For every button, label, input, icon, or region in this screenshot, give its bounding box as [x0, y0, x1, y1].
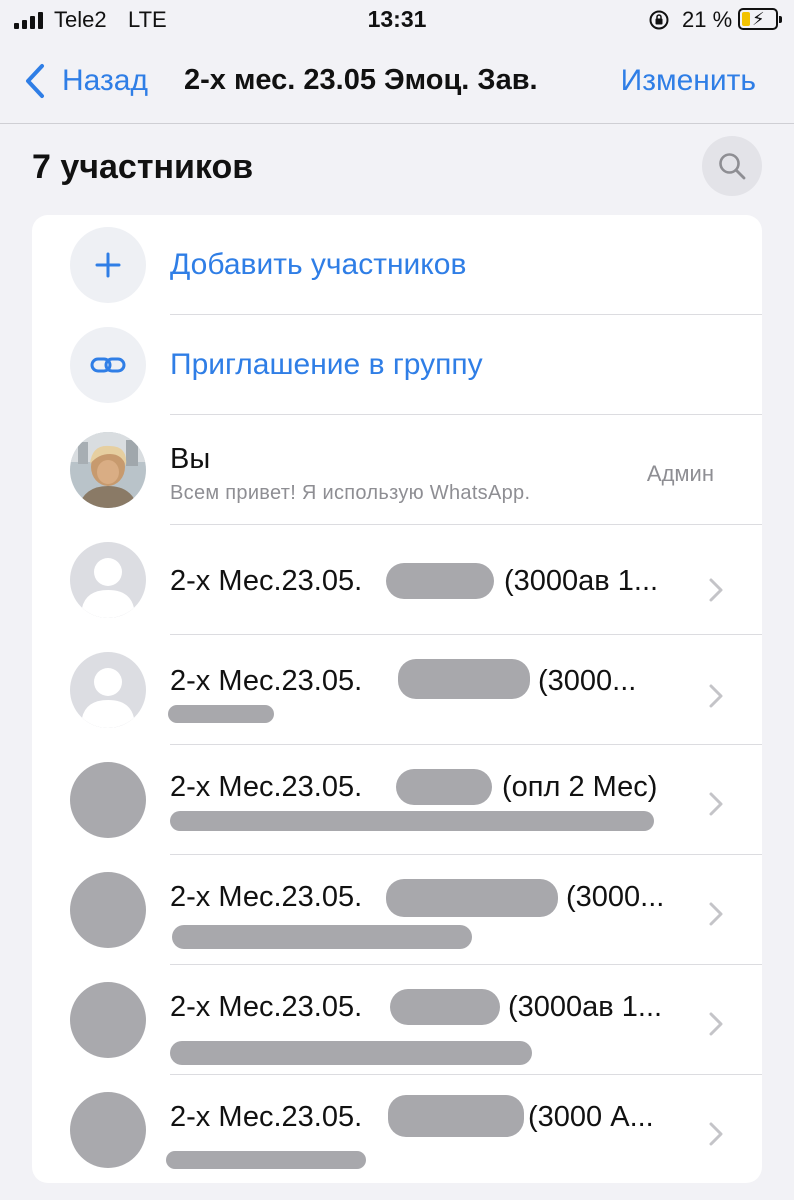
chevron-right-icon	[709, 1012, 723, 1036]
avatar	[70, 432, 146, 508]
chevron-right-icon	[709, 1122, 723, 1146]
participant-row[interactable]: 2-х Мес.23.05. (опл 2 Мес)	[32, 745, 762, 855]
redaction-mark	[398, 659, 530, 699]
participant-row[interactable]: 2-х Мес.23.05. (3000...	[32, 855, 762, 965]
invite-link-row[interactable]: Приглашение в группу	[32, 315, 762, 415]
add-participants-label: Добавить участников	[170, 248, 467, 281]
back-button[interactable]: Назад	[22, 62, 148, 100]
chevron-right-icon	[709, 578, 723, 602]
rotation-lock-icon	[649, 10, 669, 30]
participant-row[interactable]: 2-х Мес.23.05. (3000 А...	[32, 1075, 762, 1183]
participant-name-suffix: (3000ав 1...	[504, 565, 659, 597]
default-avatar-icon	[70, 542, 146, 618]
participant-name: 2-х Мес.23.05.	[170, 1101, 363, 1133]
clock: 13:31	[367, 6, 427, 32]
redaction-mark	[396, 769, 492, 805]
avatar	[70, 872, 146, 948]
participant-name: 2-х Мес.23.05.	[170, 991, 363, 1023]
redaction-mark	[386, 563, 494, 599]
back-label: Назад	[62, 64, 148, 97]
participant-name: 2-х Мес.23.05.	[170, 771, 363, 803]
default-avatar-icon	[70, 652, 146, 728]
battery-percent: 21 %	[682, 7, 733, 32]
link-icon	[70, 327, 146, 403]
participant-name-suffix: (3000...	[566, 881, 665, 913]
chevron-left-icon	[26, 64, 44, 98]
chevron-right-icon	[709, 792, 723, 816]
participant-name: 2-х Мес.23.05.	[170, 665, 363, 697]
participant-name-suffix: (3000...	[538, 665, 637, 697]
participant-name-suffix: (опл 2 Мес)	[502, 771, 658, 803]
search-button[interactable]	[702, 136, 762, 196]
participants-list: Добавить участников Приглашение в группу	[32, 215, 762, 1183]
participant-status: Всем привет! Я использую WhatsApp.	[170, 482, 531, 504]
participant-row-self[interactable]: Вы Всем привет! Я использую WhatsApp. Ад…	[32, 415, 762, 525]
chevron-right-icon	[709, 684, 723, 708]
add-participants-row[interactable]: Добавить участников	[32, 215, 762, 315]
participant-row[interactable]: 2-х Мес.23.05. (3000ав 1...	[32, 965, 762, 1075]
status-bar: Tele2 LTE 13:31 21 % ⚡	[0, 0, 794, 42]
search-icon	[719, 153, 746, 180]
avatar	[70, 762, 146, 838]
redaction-mark	[390, 989, 500, 1025]
participant-name: 2-х Мес.23.05.	[170, 881, 363, 913]
battery-icon: ⚡	[738, 8, 782, 30]
plus-icon	[70, 227, 146, 303]
avatar	[70, 982, 146, 1058]
participant-name-suffix: (3000 А...	[528, 1101, 654, 1133]
redaction-mark	[166, 1151, 366, 1169]
redaction-mark	[170, 811, 654, 831]
group-title: 2-х мес. 23.05 Эмоц. Зав.	[184, 64, 538, 96]
redaction-mark	[386, 879, 558, 917]
redaction-mark	[388, 1095, 524, 1137]
redaction-mark	[172, 925, 472, 949]
participant-name-suffix: (3000ав 1...	[508, 991, 663, 1023]
navigation-bar: Назад 2-х мес. 23.05 Эмоц. Зав. Изменить	[0, 42, 794, 124]
invite-link-label: Приглашение в группу	[170, 348, 483, 381]
participant-name: Вы	[170, 443, 211, 475]
members-count: 7 участников	[32, 148, 254, 186]
participant-name: 2-х Мес.23.05.	[170, 565, 363, 597]
chevron-right-icon	[709, 902, 723, 926]
avatar	[70, 1092, 146, 1168]
redaction-mark	[170, 1041, 532, 1065]
participant-row[interactable]: 2-х Мес.23.05. (3000...	[32, 635, 762, 745]
redaction-mark	[168, 705, 274, 723]
admin-badge: Админ	[646, 461, 714, 486]
edit-button[interactable]: Изменить	[621, 64, 756, 98]
participant-row[interactable]: 2-х Мес.23.05. (3000ав 1...	[32, 525, 762, 635]
